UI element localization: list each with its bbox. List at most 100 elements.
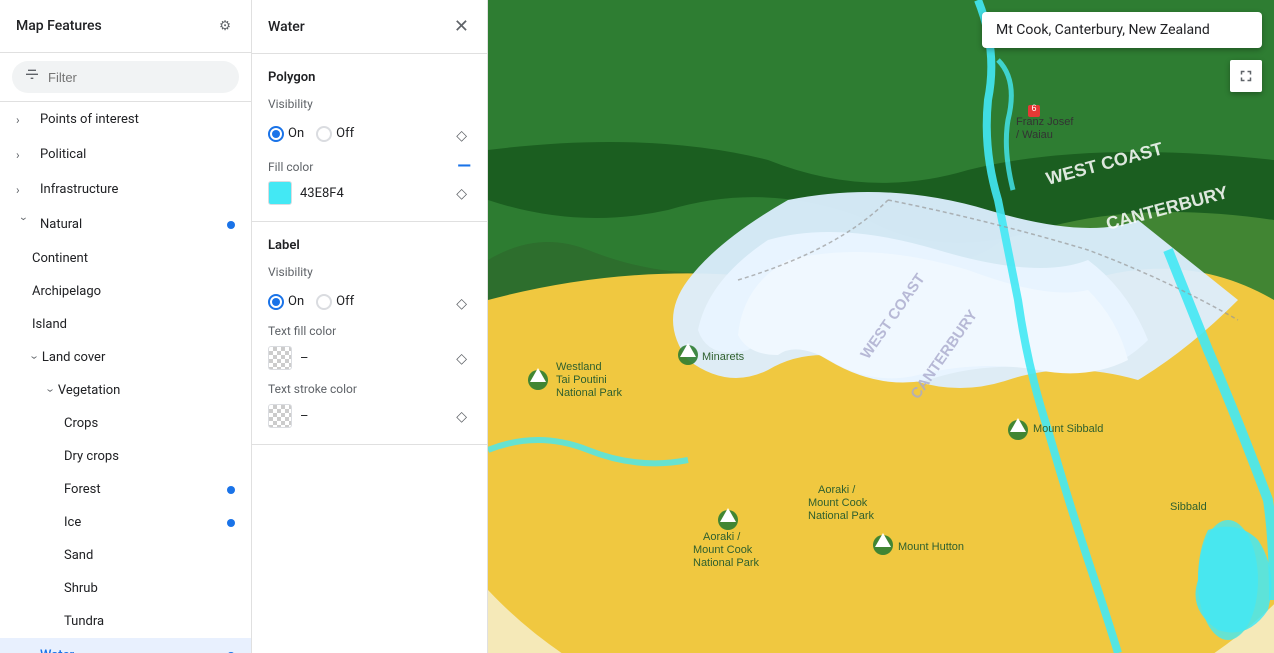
svg-text:National Park: National Park bbox=[808, 510, 875, 522]
left-panel-header: Map Features ⚙ bbox=[0, 0, 251, 53]
sidebar-item-label: Tundra bbox=[64, 614, 104, 629]
label-radio-off[interactable]: Off bbox=[316, 294, 354, 310]
sidebar-item-label: Water bbox=[40, 648, 74, 653]
svg-text:Minarets: Minarets bbox=[702, 351, 745, 363]
diamond-icon: ◇ bbox=[456, 185, 467, 201]
sidebar-item-continent[interactable]: Continent bbox=[0, 242, 251, 275]
label-radio-off-circle bbox=[316, 294, 332, 310]
arrow-right-icon: › bbox=[16, 148, 32, 162]
visibility-override-button[interactable]: ◇ bbox=[452, 125, 471, 146]
expand-button[interactable] bbox=[1230, 60, 1262, 92]
map-area[interactable]: Westland Tai Poutini National Park Minar… bbox=[488, 0, 1274, 653]
text-stroke-color-value: – bbox=[300, 409, 309, 424]
diamond-icon: ◇ bbox=[456, 350, 467, 366]
arrow-right-icon: › bbox=[16, 649, 32, 653]
sidebar-item-label: Infrastructure bbox=[40, 182, 118, 197]
sidebar-item-label: Political bbox=[40, 147, 86, 162]
filter-input-wrap bbox=[12, 61, 239, 93]
sidebar-item-shrub[interactable]: Shrub bbox=[0, 572, 251, 605]
fill-color-minus: — bbox=[457, 156, 471, 177]
nav-list: › Points of interest › Political › Infra… bbox=[0, 102, 251, 653]
sidebar-item-water[interactable]: › Water bbox=[0, 638, 251, 653]
label-visibility-override-button[interactable]: ◇ bbox=[452, 293, 471, 314]
sidebar-item-island[interactable]: Island bbox=[0, 308, 251, 341]
diamond-icon: ◇ bbox=[456, 295, 467, 311]
close-icon: ✕ bbox=[454, 16, 469, 37]
svg-text:National Park: National Park bbox=[556, 387, 623, 399]
fill-color-row: 43E8F4 ◇ bbox=[268, 181, 471, 205]
sidebar-item-vegetation[interactable]: › Vegetation bbox=[0, 374, 251, 407]
visibility-row: On Off ◇ bbox=[268, 125, 471, 146]
left-panel: Map Features ⚙ › Points of interest › Po… bbox=[0, 0, 252, 653]
settings-button[interactable]: ⚙ bbox=[215, 14, 235, 38]
radio-off-label: Off bbox=[336, 126, 354, 141]
arrow-down-icon: › bbox=[42, 389, 57, 393]
sidebar-item-infrastructure[interactable]: › Infrastructure bbox=[0, 172, 251, 207]
visibility-block: Visibility On Off ◇ bbox=[268, 97, 471, 146]
svg-text:Tai Poutini: Tai Poutini bbox=[556, 374, 607, 386]
modified-dot bbox=[227, 221, 235, 229]
visibility-label: Visibility bbox=[268, 97, 471, 111]
sidebar-item-dry-crops[interactable]: Dry crops bbox=[0, 440, 251, 473]
radio-on[interactable]: On bbox=[268, 126, 304, 142]
sidebar-item-label: Land cover bbox=[42, 350, 105, 365]
svg-text:Mount Cook: Mount Cook bbox=[693, 544, 753, 556]
fill-color-controls: 43E8F4 bbox=[268, 181, 452, 205]
text-stroke-color-label: Text stroke color bbox=[268, 382, 471, 396]
label-visibility-block: Visibility On Off ◇ bbox=[268, 265, 471, 314]
svg-text:National Park: National Park bbox=[693, 557, 760, 569]
text-stroke-override-button[interactable]: ◇ bbox=[452, 406, 471, 427]
polygon-section-title: Polygon bbox=[268, 70, 471, 85]
sidebar-item-label: Island bbox=[32, 317, 67, 332]
middle-panel-title: Water bbox=[268, 19, 305, 35]
sidebar-item-political[interactable]: › Political bbox=[0, 137, 251, 172]
sidebar-item-label: Archipelago bbox=[32, 284, 101, 299]
sidebar-item-label: Dry crops bbox=[64, 449, 119, 464]
radio-off[interactable]: Off bbox=[316, 126, 354, 142]
modified-dot bbox=[227, 519, 235, 527]
middle-panel-header: Water ✕ bbox=[252, 0, 487, 54]
sidebar-item-land-cover[interactable]: › Land cover bbox=[0, 341, 251, 374]
svg-text:/ Waiau: / Waiau bbox=[1016, 129, 1053, 141]
fill-color-swatch[interactable] bbox=[268, 181, 292, 205]
label-radio-on[interactable]: On bbox=[268, 294, 304, 310]
sidebar-item-points-of-interest[interactable]: › Points of interest bbox=[0, 102, 251, 137]
svg-text:Aoraki /: Aoraki / bbox=[818, 484, 856, 496]
sidebar-item-label: Continent bbox=[32, 251, 88, 266]
arrow-down-icon: › bbox=[17, 217, 31, 233]
svg-text:Franz Josef: Franz Josef bbox=[1016, 116, 1074, 128]
svg-text:Mount Hutton: Mount Hutton bbox=[898, 541, 964, 553]
sidebar-item-natural[interactable]: › Natural bbox=[0, 207, 251, 242]
sidebar-item-sand[interactable]: Sand bbox=[0, 539, 251, 572]
sidebar-item-label: Crops bbox=[64, 416, 98, 431]
sidebar-item-tundra[interactable]: Tundra bbox=[0, 605, 251, 638]
arrow-down-icon: › bbox=[26, 356, 41, 360]
label-radio-on-label: On bbox=[288, 294, 304, 309]
sidebar-item-crops[interactable]: Crops bbox=[0, 407, 251, 440]
text-fill-color-swatch[interactable] bbox=[268, 346, 292, 370]
radio-off-circle bbox=[316, 126, 332, 142]
filter-container bbox=[0, 53, 251, 102]
diamond-icon: ◇ bbox=[456, 408, 467, 424]
map-svg: Westland Tai Poutini National Park Minar… bbox=[488, 0, 1274, 653]
settings-icon: ⚙ bbox=[219, 18, 231, 34]
sidebar-item-forest[interactable]: Forest bbox=[0, 473, 251, 506]
radio-on-circle bbox=[268, 126, 284, 142]
polygon-section: Polygon Visibility On Off ◇ bbox=[252, 54, 487, 222]
sidebar-item-label: Natural bbox=[40, 217, 82, 232]
label-section-title: Label bbox=[268, 238, 471, 253]
text-fill-override-button[interactable]: ◇ bbox=[452, 348, 471, 369]
label-visibility-label: Visibility bbox=[268, 265, 471, 279]
filter-icon bbox=[24, 67, 40, 87]
close-button[interactable]: ✕ bbox=[452, 14, 471, 39]
left-panel-title: Map Features bbox=[16, 18, 102, 34]
label-visibility-row: On Off ◇ bbox=[268, 293, 471, 314]
filter-input[interactable] bbox=[48, 70, 227, 85]
fill-color-override-button[interactable]: ◇ bbox=[452, 183, 471, 204]
sidebar-item-archipelago[interactable]: Archipelago bbox=[0, 275, 251, 308]
search-bar[interactable]: Mt Cook, Canterbury, New Zealand bbox=[982, 12, 1262, 48]
svg-text:6: 6 bbox=[1031, 103, 1036, 113]
text-stroke-color-swatch[interactable] bbox=[268, 404, 292, 428]
svg-text:Westland: Westland bbox=[556, 361, 602, 373]
sidebar-item-ice[interactable]: Ice bbox=[0, 506, 251, 539]
